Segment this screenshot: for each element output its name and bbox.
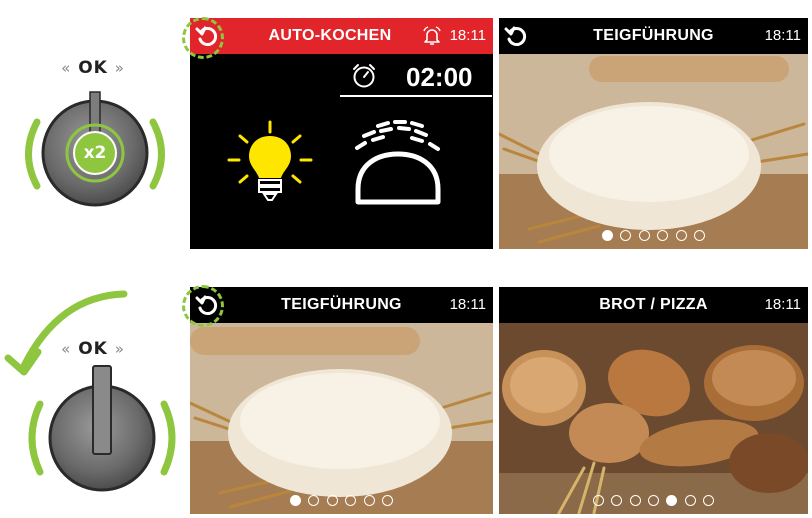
dough-photo — [190, 323, 493, 514]
screen-title: BROT / PIZZA — [599, 296, 708, 313]
rotate-left-arc — [28, 400, 44, 476]
clock-time: 18:11 — [449, 27, 486, 44]
highlight-back-button — [182, 285, 224, 327]
clock-time: 18:11 — [764, 27, 801, 44]
page-dot — [363, 495, 375, 507]
screen-title: AUTO-KOCHEN — [268, 27, 392, 44]
alarm-bell-icon — [423, 26, 441, 45]
timer-underline — [340, 95, 492, 97]
screen-title: TEIGFÜHRUNG — [281, 296, 402, 313]
page-dot — [675, 230, 687, 242]
screen-bread-pizza: BROT / PIZZA 18:11 — [499, 287, 808, 514]
screen-header: BROT / PIZZA 18:11 — [499, 287, 808, 323]
highlight-back-button — [182, 17, 224, 59]
page-indicator — [499, 227, 808, 242]
page-dot — [629, 495, 641, 507]
screen-dough-proofing-top: TEIGFÜHRUNG 18:11 — [499, 18, 808, 249]
chevron-right-icon: » — [114, 59, 125, 77]
oven-light-bulb-icon — [227, 120, 313, 201]
knob-bottom[interactable] — [22, 362, 182, 494]
rotate-right-arc — [160, 400, 176, 476]
chevron-left-icon: « — [61, 59, 72, 77]
screen-title: TEIGFÜHRUNG — [593, 27, 714, 44]
screen-header: TEIGFÜHRUNG 18:11 — [499, 18, 808, 54]
cooking-timer: 02:00 — [406, 62, 473, 92]
knob-bottom-ok-label: « OK » — [33, 339, 153, 359]
page-indicator — [190, 492, 493, 507]
rising-dough-icon — [355, 120, 441, 205]
ok-text: OK — [78, 339, 108, 359]
rotate-left-arc — [25, 118, 41, 190]
bread-photo — [499, 323, 808, 514]
dough-photo — [499, 54, 808, 249]
knob-top-ok-label: « OK » — [33, 58, 153, 78]
clock-time: 18:11 — [449, 296, 486, 313]
ok-text: OK — [78, 58, 108, 78]
page-dot — [326, 495, 338, 507]
screen-header: AUTO-KOCHEN 18:11 — [190, 18, 493, 54]
page-dot — [592, 495, 604, 507]
chevron-right-icon: » — [114, 340, 125, 358]
screen-dough-proofing-bottom: TEIGFÜHRUNG 18:11 — [190, 287, 493, 514]
page-indicator — [499, 492, 808, 507]
double-press-badge: x2 — [83, 143, 107, 163]
screen-header: TEIGFÜHRUNG 18:11 — [190, 287, 493, 323]
rotate-right-arc — [149, 118, 165, 190]
page-dot — [638, 230, 650, 242]
clock-time: 18:11 — [764, 296, 801, 313]
chevron-left-icon: « — [61, 340, 72, 358]
screen-auto-cooking: AUTO-KOCHEN 18:11 02:00 — [190, 18, 493, 249]
stopwatch-icon — [353, 64, 375, 88]
